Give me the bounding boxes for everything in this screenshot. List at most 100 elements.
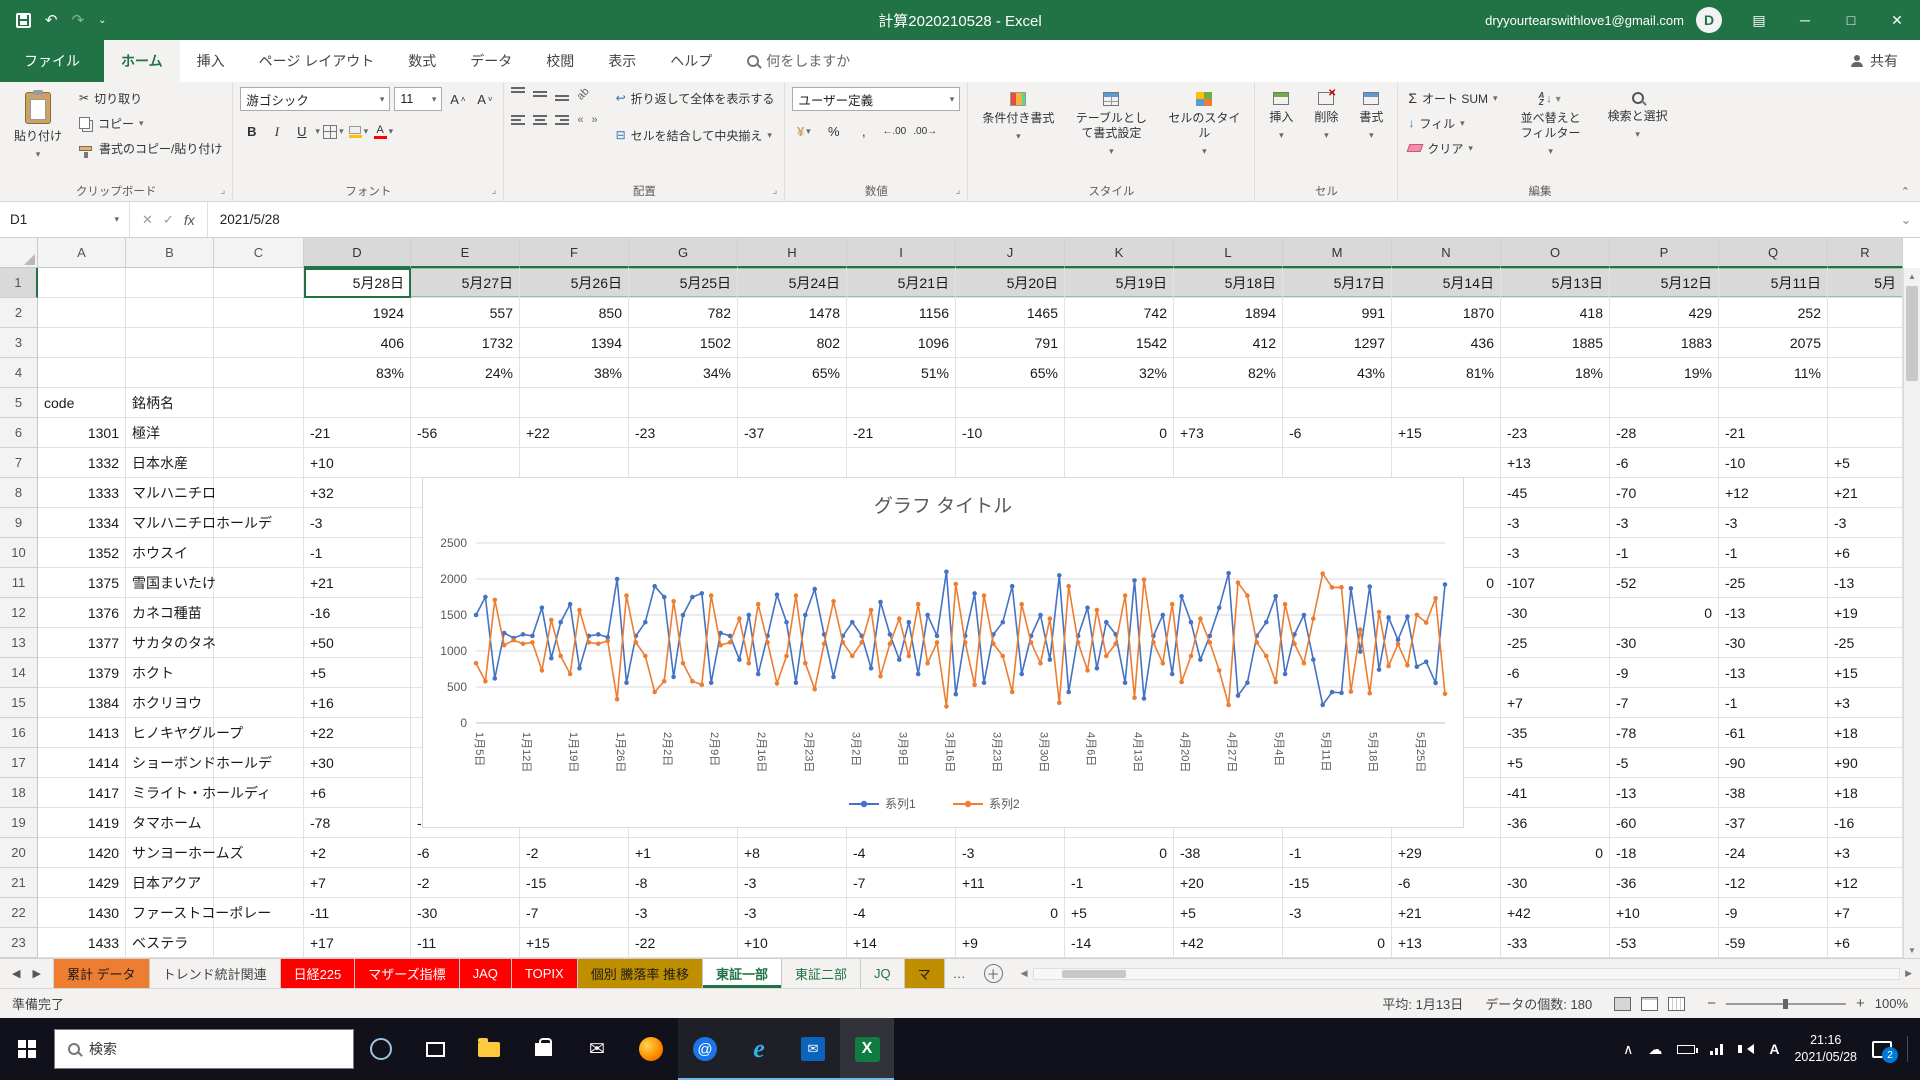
collapse-ribbon-icon[interactable]: ⌃ [1901, 185, 1910, 198]
cell-M4[interactable]: 43% [1283, 358, 1392, 388]
number-format-combo[interactable]: ユーザー定義▾ [792, 87, 960, 111]
store-button[interactable] [516, 1018, 570, 1080]
sheet-tab-7[interactable]: 東証一部 [703, 959, 782, 988]
cell-O9[interactable]: -3 [1501, 508, 1610, 538]
network-icon[interactable] [1710, 1043, 1723, 1055]
mail-button[interactable]: ✉ [570, 1018, 624, 1080]
cell-O11[interactable]: -107 [1501, 568, 1610, 598]
row-header-18[interactable]: 18 [0, 778, 38, 808]
fill-color-button[interactable]: ▾ [347, 120, 370, 143]
cell-B7[interactable]: 日本水産 [126, 448, 214, 478]
borders-button[interactable]: ▾ [322, 120, 345, 143]
cell-O19[interactable]: -36 [1501, 808, 1610, 838]
cell-D7[interactable]: +10 [304, 448, 411, 478]
row-header-17[interactable]: 17 [0, 748, 38, 778]
cell-I6[interactable]: -21 [847, 418, 956, 448]
cell-C4[interactable] [214, 358, 304, 388]
close-button[interactable]: ✕ [1874, 0, 1920, 40]
cell-N2[interactable]: 1870 [1392, 298, 1501, 328]
cell-G20[interactable]: +1 [629, 838, 738, 868]
cell-B14[interactable]: ホクト [126, 658, 214, 688]
sheet-tab-10[interactable]: マ [905, 959, 945, 988]
col-header-E[interactable]: E [411, 238, 520, 268]
cell-M3[interactable]: 1297 [1283, 328, 1392, 358]
cell-P23[interactable]: -53 [1610, 928, 1719, 958]
cell-B3[interactable] [126, 328, 214, 358]
wrap-text-button[interactable]: ↩折り返して全体を表示する [613, 87, 778, 109]
cell-D16[interactable]: +22 [304, 718, 411, 748]
dialog-launcher-icon[interactable]: ⌟ [956, 185, 961, 196]
cell-B4[interactable] [126, 358, 214, 388]
cell-Q9[interactable]: -3 [1719, 508, 1828, 538]
cell-A17[interactable]: 1414 [38, 748, 126, 778]
cancel-entry-icon[interactable]: ✕ [142, 212, 153, 228]
customize-qat-icon[interactable]: ⌄ [98, 15, 106, 26]
italic-button[interactable]: I [265, 120, 288, 143]
maximize-button[interactable]: □ [1828, 0, 1874, 40]
copy-button[interactable]: コピー▾ [76, 112, 225, 134]
cell-O15[interactable]: +7 [1501, 688, 1610, 718]
sheet-nav-right-icon[interactable]: ▶ [32, 967, 40, 980]
cell-R12[interactable]: +19 [1828, 598, 1903, 628]
sort-filter-button[interactable]: AZ↓▼ 並べ替えとフィルター▾ [1508, 87, 1594, 162]
cell-Q18[interactable]: -38 [1719, 778, 1828, 808]
cell-A8[interactable]: 1333 [38, 478, 126, 508]
redo-icon[interactable]: ↷ [72, 11, 85, 29]
cell-K21[interactable]: -1 [1065, 868, 1174, 898]
cell-P20[interactable]: -18 [1610, 838, 1719, 868]
cell-M7[interactable] [1283, 448, 1392, 478]
tray-expand-icon[interactable]: ∧ [1623, 1041, 1633, 1058]
cell-K23[interactable]: -14 [1065, 928, 1174, 958]
cell-H1[interactable]: 5月24日 [738, 268, 847, 298]
chart[interactable]: 050010001500200025001月5日1月12日1月19日1月26日2… [422, 477, 1464, 828]
cell-H4[interactable]: 65% [738, 358, 847, 388]
cell-Q13[interactable]: -30 [1719, 628, 1828, 658]
cell-Q21[interactable]: -12 [1719, 868, 1828, 898]
cell-P6[interactable]: -28 [1610, 418, 1719, 448]
align-top-icon[interactable] [511, 87, 525, 101]
cell-L20[interactable]: -38 [1174, 838, 1283, 868]
cell-Q10[interactable]: -1 [1719, 538, 1828, 568]
cell-Q3[interactable]: 2075 [1719, 328, 1828, 358]
cell-M5[interactable] [1283, 388, 1392, 418]
cell-R14[interactable]: +15 [1828, 658, 1903, 688]
ribbon-tab-4[interactable]: データ [453, 40, 529, 82]
col-header-K[interactable]: K [1065, 238, 1174, 268]
cell-P13[interactable]: -30 [1610, 628, 1719, 658]
cell-P11[interactable]: -52 [1610, 568, 1719, 598]
cell-A23[interactable]: 1433 [38, 928, 126, 958]
align-bottom-icon[interactable] [555, 87, 569, 101]
horizontal-scrollbar[interactable]: ◀ ▶ [1013, 959, 1920, 988]
cut-button[interactable]: ✂切り取り [76, 87, 225, 109]
cell-M1[interactable]: 5月17日 [1283, 268, 1392, 298]
sheet-tab-5[interactable]: TOPIX [512, 959, 578, 988]
cell-N6[interactable]: +15 [1392, 418, 1501, 448]
cell-E6[interactable]: -56 [411, 418, 520, 448]
cell-R3[interactable] [1828, 328, 1903, 358]
increase-indent-icon[interactable]: » [591, 114, 597, 126]
col-header-M[interactable]: M [1283, 238, 1392, 268]
font-name-combo[interactable]: 游ゴシック▾ [240, 87, 390, 111]
cell-M2[interactable]: 991 [1283, 298, 1392, 328]
cell-R15[interactable]: +3 [1828, 688, 1903, 718]
cell-C2[interactable] [214, 298, 304, 328]
col-header-A[interactable]: A [38, 238, 126, 268]
row-header-23[interactable]: 23 [0, 928, 38, 958]
cell-D1[interactable]: 5月28日 [304, 268, 411, 298]
cell-G23[interactable]: -22 [629, 928, 738, 958]
cortana-button[interactable] [354, 1018, 408, 1080]
cell-B17[interactable]: ショーボンドホールデ [126, 748, 214, 778]
cell-B13[interactable]: サカタのタネ [126, 628, 214, 658]
taskbar-clock[interactable]: 21:16 2021/05/28 [1794, 1032, 1857, 1066]
col-header-N[interactable]: N [1392, 238, 1501, 268]
col-header-F[interactable]: F [520, 238, 629, 268]
cell-O4[interactable]: 18% [1501, 358, 1610, 388]
cell-O17[interactable]: +5 [1501, 748, 1610, 778]
cell-O21[interactable]: -30 [1501, 868, 1610, 898]
underline-dropdown-icon[interactable]: ▾ [315, 126, 320, 137]
cell-F23[interactable]: +15 [520, 928, 629, 958]
cell-A7[interactable]: 1332 [38, 448, 126, 478]
cell-B8[interactable]: マルハニチロ [126, 478, 214, 508]
cell-L3[interactable]: 412 [1174, 328, 1283, 358]
cell-B11[interactable]: 雪国まいたけ [126, 568, 214, 598]
